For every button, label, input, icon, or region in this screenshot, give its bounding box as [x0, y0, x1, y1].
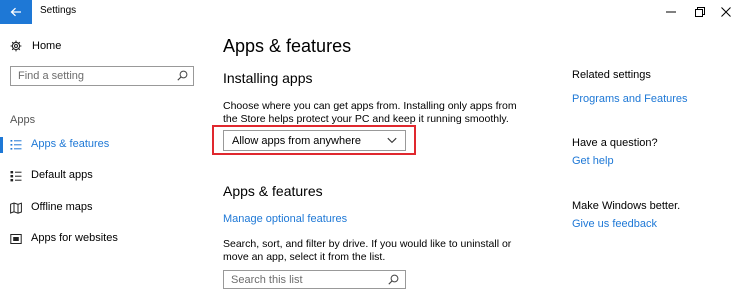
list-icon	[10, 140, 22, 150]
back-arrow-icon	[10, 7, 21, 17]
sidebar-item-label: Offline maps	[31, 201, 93, 213]
dropdown-selected-value: Allow apps from anywhere	[232, 135, 362, 147]
window-title: Settings	[40, 5, 77, 16]
chevron-down-icon	[387, 137, 397, 144]
search-icon[interactable]	[388, 274, 399, 285]
section-label-apps: Apps	[10, 114, 36, 126]
home-label: Home	[32, 40, 62, 52]
main-content: Apps & features Installing apps Choose w…	[212, 24, 552, 298]
minimize-icon	[666, 11, 676, 13]
install-source-dropdown[interactable]: Allow apps from anywhere	[223, 130, 406, 151]
close-icon	[721, 7, 731, 17]
apps-features-heading: Apps & features	[223, 183, 323, 199]
page-title: Apps & features	[223, 36, 352, 56]
restore-icon	[695, 7, 705, 17]
related-settings-panel: Related settings Programs and Features H…	[572, 24, 732, 298]
sidebar-item-offline-maps[interactable]: Offline maps	[0, 197, 206, 219]
close-button[interactable]	[719, 5, 733, 19]
give-feedback-link[interactable]: Give us feedback	[572, 218, 657, 230]
restore-button[interactable]	[693, 5, 707, 19]
search-list-input[interactable]	[224, 271, 391, 288]
manage-optional-features-link[interactable]: Manage optional features	[223, 213, 347, 225]
sidebar-item-apps-for-websites[interactable]: Apps for websites	[0, 228, 206, 250]
find-setting-search-box[interactable]	[10, 66, 194, 86]
default-apps-icon	[10, 171, 22, 182]
get-help-link[interactable]: Get help	[572, 155, 614, 167]
search-icon[interactable]	[177, 70, 188, 81]
programs-and-features-link[interactable]: Programs and Features	[572, 93, 688, 105]
installing-apps-description: Choose where you can get apps from. Inst…	[223, 100, 517, 125]
home-nav-item[interactable]: Home	[10, 40, 61, 52]
sidebar-item-label: Apps & features	[31, 138, 110, 150]
title-bar: Settings	[0, 0, 738, 24]
apps-features-description: Search, sort, and filter by drive. If yo…	[223, 238, 512, 263]
question-heading: Have a question?	[572, 137, 658, 149]
settings-window: Settings Home Find a setting Apps Apps &…	[0, 0, 738, 298]
sidebar-item-label: Apps for websites	[31, 232, 118, 244]
feedback-heading: Make Windows better.	[572, 200, 681, 212]
back-button[interactable]	[0, 0, 32, 24]
apps-for-websites-icon	[10, 234, 22, 244]
gear-icon	[10, 40, 22, 52]
search-list-box[interactable]	[223, 270, 406, 289]
sidebar-item-label: Default apps	[31, 169, 93, 181]
installing-apps-heading: Installing apps	[223, 70, 313, 86]
related-settings-heading: Related settings	[572, 69, 651, 81]
sidebar-item-apps-features[interactable]: Apps & features	[0, 134, 206, 156]
minimize-button[interactable]	[664, 5, 678, 19]
map-icon	[10, 202, 22, 214]
sidebar-item-default-apps[interactable]: Default apps	[0, 165, 206, 187]
sidebar: Home Apps Apps & features	[0, 24, 206, 298]
find-setting-input[interactable]	[11, 67, 178, 85]
